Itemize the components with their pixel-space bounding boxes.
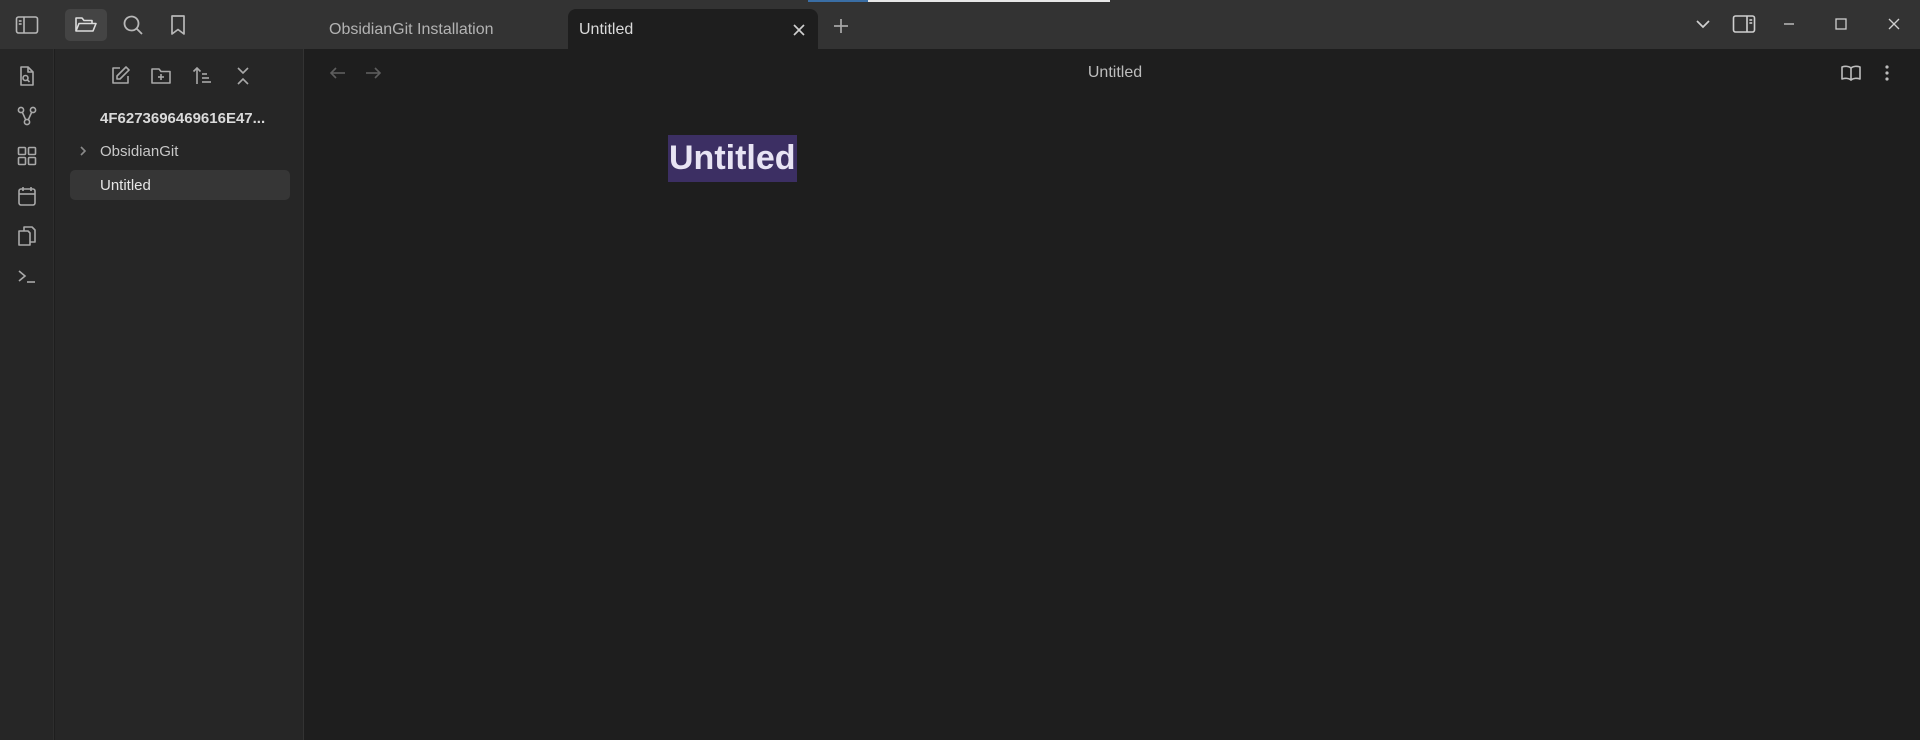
terminal-icon <box>18 270 35 283</box>
sidebar-right-icon <box>1732 15 1756 33</box>
editor-pane: Untitled Untitled <box>305 49 1920 740</box>
chevrons-collapse-icon <box>237 67 249 85</box>
tab-list-button[interactable] <box>1683 9 1723 39</box>
tree-file-untitled[interactable]: Untitled <box>70 170 290 200</box>
inline-title[interactable]: Untitled <box>668 135 797 182</box>
bookmark-icon <box>171 15 185 35</box>
tab-obsidiangit-installation[interactable]: ObsidianGit Installation <box>322 9 562 50</box>
tree-folder-obsidiangit[interactable]: ObsidianGit <box>70 136 290 166</box>
sort-ascending-icon <box>192 66 211 84</box>
view-header-title[interactable]: Untitled <box>305 64 1920 82</box>
obsidian-window: ObsidianGit Installation Untitled 4F6273… <box>0 0 1920 740</box>
maximize-button[interactable] <box>1821 9 1861 39</box>
left-ribbon <box>0 49 54 740</box>
tree-item-label: Untitled <box>100 176 151 194</box>
open-canvas-button[interactable] <box>11 140 43 172</box>
insert-template-button[interactable] <box>11 220 43 252</box>
toggle-left-sidebar-button[interactable] <box>6 9 48 41</box>
open-daily-note-button[interactable] <box>11 180 43 212</box>
tab-untitled[interactable]: Untitled <box>568 9 818 50</box>
new-note-button[interactable] <box>104 61 136 91</box>
title-bar: ObsidianGit Installation Untitled <box>0 0 1920 50</box>
reading-view-button[interactable] <box>1837 60 1865 86</box>
toggle-right-sidebar-button[interactable] <box>1724 9 1764 39</box>
chevron-down-icon <box>1696 20 1710 29</box>
edit-icon <box>112 66 130 84</box>
graph-icon <box>17 106 37 126</box>
chevron-right-icon <box>77 145 89 157</box>
tab-close-button[interactable] <box>788 19 810 41</box>
new-folder-button[interactable] <box>145 61 177 91</box>
files-view-button[interactable] <box>65 9 107 41</box>
title-bar-accent-strip <box>808 0 1110 2</box>
open-command-palette-button[interactable] <box>11 260 43 292</box>
close-icon <box>1888 18 1900 30</box>
vault-name[interactable]: 4F6273696469616E47... <box>100 110 300 127</box>
search-view-button[interactable] <box>112 9 154 41</box>
open-quick-switcher-button[interactable] <box>11 60 43 92</box>
folder-open-icon <box>75 17 97 32</box>
more-vertical-icon <box>1885 65 1889 81</box>
close-icon <box>793 24 805 36</box>
open-graph-view-button[interactable] <box>11 100 43 132</box>
files-icon <box>18 226 36 246</box>
search-icon <box>123 15 143 35</box>
close-window-button[interactable] <box>1874 9 1914 39</box>
tree-item-label: ObsidianGit <box>100 142 179 160</box>
book-open-icon <box>1841 65 1861 81</box>
new-tab-button[interactable] <box>826 12 856 40</box>
more-options-button[interactable] <box>1873 60 1901 86</box>
tab-label: ObsidianGit Installation <box>329 20 494 38</box>
layout-dashboard-icon <box>17 146 37 166</box>
collapse-all-button[interactable] <box>227 61 259 91</box>
minimize-icon <box>1784 23 1794 25</box>
bookmarks-view-button[interactable] <box>157 9 199 41</box>
file-search-icon <box>20 66 34 86</box>
file-explorer: 4F6273696469616E47... ObsidianGit Untitl… <box>55 49 304 740</box>
minimize-button[interactable] <box>1769 9 1809 39</box>
calendar-icon <box>18 187 36 206</box>
plus-icon <box>834 19 848 33</box>
folder-plus-icon <box>151 68 171 84</box>
maximize-icon <box>1835 18 1847 30</box>
tab-label: Untitled <box>579 20 634 38</box>
change-sort-order-button[interactable] <box>186 61 218 91</box>
sidebar-left-icon <box>15 16 39 34</box>
